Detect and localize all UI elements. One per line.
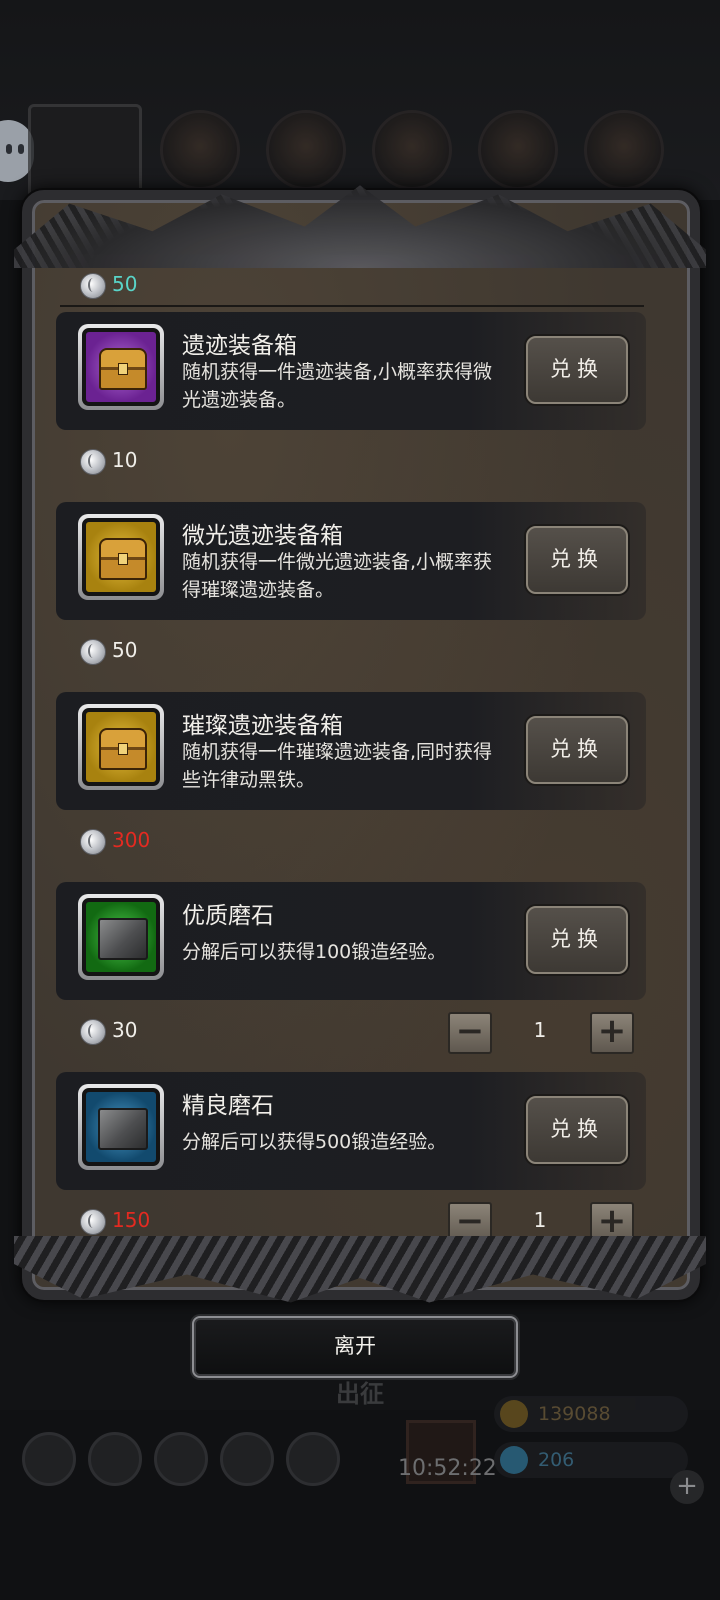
item-name: 优质磨石 <box>182 903 274 929</box>
equipment-slot <box>266 110 346 190</box>
item-name: 精良磨石 <box>182 1093 274 1119</box>
exchange-button[interactable]: 兑换 <box>526 336 628 404</box>
gem-counter: 206 <box>494 1442 688 1478</box>
quantity-value: 1 <box>533 1018 547 1042</box>
exchange-button[interactable]: 兑换 <box>526 526 628 594</box>
item-frame <box>78 894 164 980</box>
item-name: 璀璨遗迹装备箱 <box>182 713 343 739</box>
cube-icon <box>286 1432 340 1486</box>
shop-item-glimmer-relic-chest: 微光遗迹装备箱 随机获得一件微光遗迹装备,小概率获得璀璨遗迹装备。 兑换 <box>56 502 646 620</box>
gear-icon <box>22 1432 76 1486</box>
shop-item-quality-whetstone: 优质磨石 分解后可以获得100锻造经验。 兑换 <box>56 882 646 1000</box>
gem-icon <box>500 1446 528 1474</box>
timer: 10:52:22 <box>398 1456 497 1481</box>
item-frame <box>78 324 164 410</box>
whetstone-icon <box>98 1108 148 1150</box>
equipment-slot <box>372 110 452 190</box>
chest-icon <box>99 348 147 390</box>
banner-icon <box>154 1432 208 1486</box>
chest-icon <box>99 728 147 770</box>
divider <box>60 305 644 307</box>
equipment-slot <box>478 110 558 190</box>
equipment-slot <box>584 110 664 190</box>
silver-coin-icon <box>80 448 106 475</box>
item-description: 分解后可以获得500锻造经验。 <box>182 1131 447 1153</box>
shop-item-brilliant-relic-chest: 璀璨遗迹装备箱 随机获得一件璀璨遗迹装备,同时获得些许律动黑铁。 兑换 <box>56 692 646 810</box>
item-price: 150 <box>80 1208 150 1235</box>
increase-quantity-button[interactable]: + <box>590 1012 634 1054</box>
chest-icon <box>99 538 147 580</box>
exchange-button[interactable]: 兑换 <box>526 906 628 974</box>
exchange-button[interactable]: 兑换 <box>526 716 628 784</box>
silver-coin-icon <box>80 1018 106 1045</box>
item-price: 50 <box>80 638 137 665</box>
item-name: 微光遗迹装备箱 <box>182 523 343 549</box>
decrease-quantity-button[interactable]: − <box>448 1012 492 1054</box>
gold-icon <box>500 1400 528 1428</box>
shop-item-fine-whetstone: 精良磨石 分解后可以获得500锻造经验。 兑换 <box>56 1072 646 1190</box>
add-gems-button: + <box>670 1470 704 1504</box>
gold-counter: 139088 <box>494 1396 688 1432</box>
silver-coin-icon <box>80 272 106 299</box>
item-frame <box>78 704 164 790</box>
silver-coin-icon <box>80 828 106 855</box>
item-frame <box>78 514 164 600</box>
item-description: 随机获得一件遗迹装备,小概率获得微光遗迹装备。 <box>182 361 493 411</box>
silver-coin-icon <box>80 638 106 665</box>
exchange-button[interactable]: 兑换 <box>526 1096 628 1164</box>
item-price: 300 <box>80 828 150 855</box>
leave-button[interactable]: 离开 <box>192 1316 518 1378</box>
item-description: 随机获得一件微光遗迹装备,小概率获得璀璨遗迹装备。 <box>182 551 493 601</box>
mail-icon <box>220 1432 274 1486</box>
sortie-label: 出征 <box>336 1380 384 1408</box>
item-price: 30 <box>80 1018 137 1045</box>
whetstone-icon <box>98 918 148 960</box>
item-name: 遗迹装备箱 <box>182 333 297 359</box>
shop-item-relic-chest: 遗迹装备箱 随机获得一件遗迹装备,小概率获得微光遗迹装备。 兑换 <box>56 312 646 430</box>
item-price: 10 <box>80 448 137 475</box>
equipment-slot <box>160 110 240 190</box>
item-frame <box>78 1084 164 1170</box>
item-description: 随机获得一件璀璨遗迹装备,同时获得些许律动黑铁。 <box>182 741 493 791</box>
currency-balance: 50 <box>80 272 137 299</box>
star-icon <box>88 1432 142 1486</box>
item-description: 分解后可以获得100锻造经验。 <box>182 941 447 963</box>
silver-coin-icon <box>80 1208 106 1235</box>
quantity-value: 1 <box>533 1208 547 1232</box>
